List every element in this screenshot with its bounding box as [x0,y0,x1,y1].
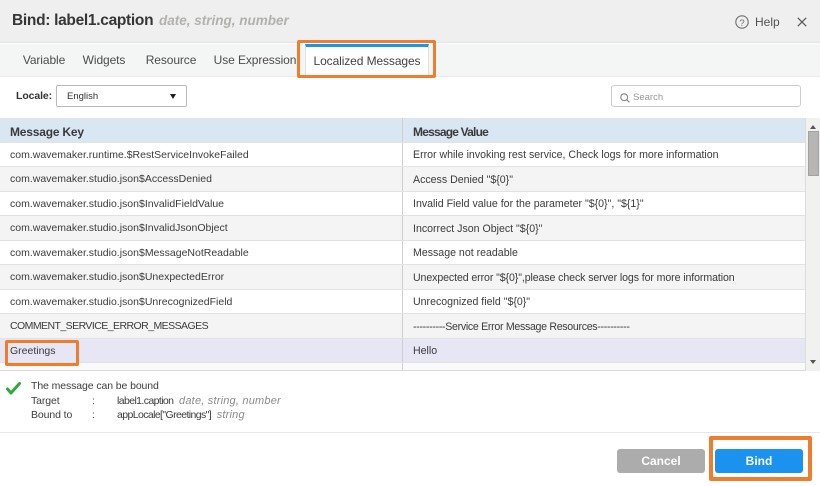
svg-text:?: ? [739,18,744,29]
